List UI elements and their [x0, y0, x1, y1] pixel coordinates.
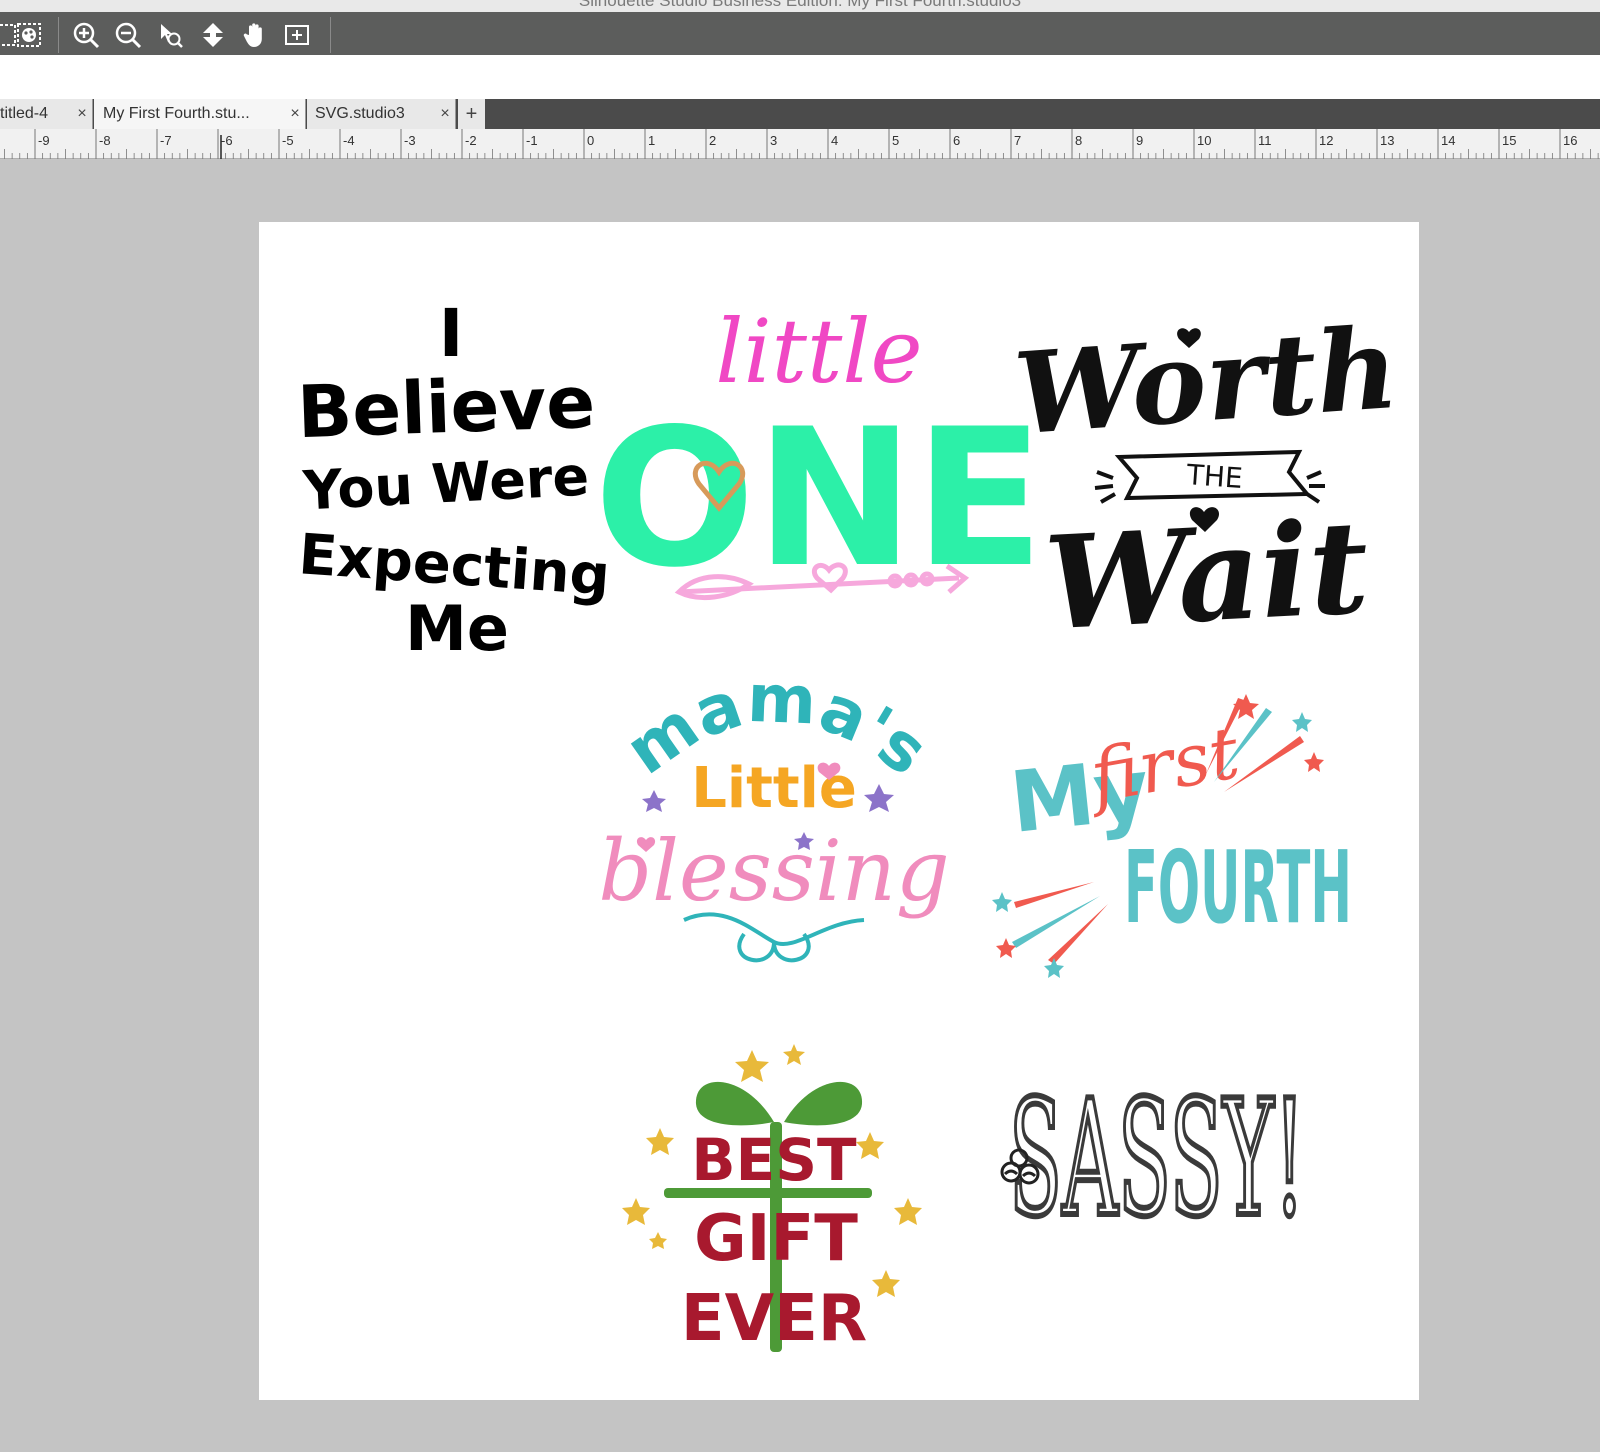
tab-label: SVG.studio3	[315, 105, 405, 122]
ruler-label: 12	[1319, 133, 1333, 148]
close-icon[interactable]: ×	[72, 105, 92, 123]
ruler-label: -7	[160, 133, 172, 148]
believe-line-3: You Were	[301, 445, 591, 523]
ruler-label: 3	[770, 133, 777, 148]
tab-untitled-4[interactable]: titled-4 ×	[0, 99, 93, 129]
believe-line-1: I	[439, 295, 464, 372]
gift-text: GIFT	[694, 1202, 858, 1276]
mamas-bottom-text: blessing	[598, 822, 949, 920]
document-tab-bar: titled-4 × My First Fourth.stu... × SVG.…	[0, 99, 1600, 129]
tab-label: My First Fourth.stu...	[103, 105, 250, 122]
fit-to-page-icon[interactable]	[280, 19, 314, 51]
worth-banner-text: THE	[1185, 458, 1244, 495]
tab-svg-studio3[interactable]: SVG.studio3 ×	[307, 99, 456, 129]
design-little-one[interactable]: little ONE	[594, 300, 1044, 622]
hand-icon[interactable]	[238, 19, 272, 51]
ruler-label: 8	[1075, 133, 1082, 148]
ruler-label: -8	[99, 133, 111, 148]
close-icon[interactable]: ×	[285, 105, 305, 123]
ruler-label: -2	[465, 133, 477, 148]
first-text: first	[1079, 710, 1246, 820]
believe-line-5: Me	[405, 592, 509, 665]
ruler-label: 2	[709, 133, 716, 148]
design-best-gift-ever[interactable]: BEST GIFT EVER	[622, 1042, 934, 1356]
ruler-label: -1	[526, 133, 538, 148]
ruler-label: -6	[221, 133, 233, 148]
tab-label: titled-4	[0, 105, 49, 122]
design-sassy[interactable]: SASSY!	[997, 1062, 1327, 1255]
add-tab-button[interactable]: +	[458, 99, 485, 129]
toolbar-spacer	[0, 55, 1600, 99]
ruler-label: 0	[587, 133, 594, 148]
toolbar-separator	[330, 17, 331, 53]
zoom-select-icon[interactable]	[153, 19, 187, 51]
design-i-believe-you-were-expecting-me[interactable]: I Believe You Were Expecting Me	[296, 294, 612, 674]
zoom-in-icon[interactable]	[69, 19, 103, 51]
toolbar-separator	[58, 17, 59, 53]
ruler-label: 4	[831, 133, 838, 148]
design-page[interactable]: I Believe You Were Expecting Me little O…	[259, 222, 1419, 1400]
close-icon[interactable]: ×	[435, 105, 455, 123]
toolbar	[0, 12, 1600, 55]
ruler-scale: -9 -8 -7 -6 -5 -4 -3 -2 -1 0 1 2 3 4 5 6 7 8 9 10 11 12 13 14 15…	[4, 129, 1599, 159]
ruler-label: 10	[1197, 133, 1211, 148]
design-my-first-fourth[interactable]: My first FOURTH	[984, 692, 1364, 992]
ruler-label: -5	[282, 133, 294, 148]
ruler-label: 15	[1502, 133, 1516, 148]
design-mamas-little-blessing[interactable]: mama's Little blessing	[598, 660, 950, 982]
window-title: Silhouette Studio Business Edition: My F…	[578, 0, 1022, 10]
ruler-label: 9	[1136, 133, 1143, 148]
zoom-out-icon[interactable]	[111, 19, 145, 51]
ruler-label: 7	[1014, 133, 1021, 148]
sassy-text: SASSY!	[1009, 1065, 1305, 1252]
believe-line-2: Believe	[296, 360, 596, 454]
pan-down-icon[interactable]	[196, 19, 230, 51]
title-bar: Silhouette Studio Business Edition: My F…	[0, 0, 1600, 12]
ruler-label: -9	[38, 133, 50, 148]
ruler-label: -3	[404, 133, 416, 148]
tab-my-first-fourth[interactable]: My First Fourth.stu... ×	[94, 99, 306, 129]
ever-text: EVER	[681, 1282, 867, 1356]
worth-top-text: Worth	[1010, 303, 1402, 460]
best-text: BEST	[691, 1126, 857, 1194]
ruler-label: 5	[892, 133, 899, 148]
ruler-label: 1	[648, 133, 655, 148]
ruler-label: 13	[1380, 133, 1394, 148]
ruler-label: -4	[343, 133, 355, 148]
flourish-icon	[683, 912, 865, 963]
ruler-label: 6	[953, 133, 960, 148]
pixscan-icon[interactable]	[12, 19, 46, 51]
horizontal-ruler[interactable]: -9 -8 -7 -6 -5 -4 -3 -2 -1 0 1 2 3 4 5 6 7 8 9 10 11 12 13 14 15…	[0, 129, 1600, 159]
ruler-label: 14	[1441, 133, 1455, 148]
little-one-main-text: ONE	[594, 388, 1044, 609]
ruler-label: 16	[1563, 133, 1577, 148]
ruler-label: 11	[1258, 133, 1272, 148]
design-worth-the-wait[interactable]: Worth THE Wait	[1010, 302, 1402, 660]
fourth-text: FOURTH	[1124, 829, 1352, 946]
